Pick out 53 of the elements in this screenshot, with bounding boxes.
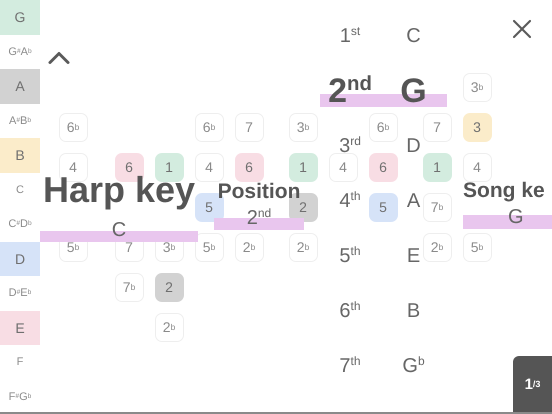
position-option[interactable]: 7$^{th}$ (339, 355, 361, 378)
hole-cell: 3$^{b}$ (462, 72, 492, 102)
position-option[interactable]: 2$^{nd}$ (328, 72, 372, 111)
hole-cell: 6 (368, 152, 398, 182)
hole-cell: 1 (288, 152, 318, 182)
hole-cell: 2$^{b}$ (422, 232, 452, 262)
label-title: Song ke (463, 180, 545, 201)
note-item[interactable]: C$^{#}$D$^{b}$ (0, 207, 40, 242)
hole-cell: 6$^{b}$ (368, 112, 398, 142)
hole-cell: 7$^{b}$ (114, 272, 144, 302)
position-option[interactable]: 4$^{th}$ (339, 190, 361, 213)
hole-cell: 7 (422, 112, 452, 142)
hole-cell: 5$^{b}$ (194, 232, 224, 262)
note-item[interactable]: F$^{#}$G$^{b}$ (0, 380, 40, 412)
note-item[interactable]: B (0, 138, 40, 172)
note-item[interactable]: C (0, 172, 40, 207)
hole-cell: 5 (368, 192, 398, 222)
hole-cell: 4 (328, 152, 358, 182)
key-option[interactable]: B (406, 300, 420, 323)
hole-cell: 2$^{b}$ (234, 232, 264, 262)
hole-cell: 4 (194, 152, 224, 182)
hole-cell: 4 (462, 152, 492, 182)
note-item[interactable]: A$^{#}$B$^{b}$ (0, 104, 40, 138)
hole-cell: 2$^{b}$ (288, 232, 318, 262)
note-item[interactable]: E (0, 310, 40, 345)
hole-cell: 3$^{b}$ (288, 112, 318, 142)
key-option[interactable]: D (406, 135, 421, 158)
hole-cell: 7 (234, 112, 264, 142)
note-item[interactable]: G (0, 0, 40, 34)
key-option[interactable]: A (406, 190, 420, 213)
key-option[interactable]: C (406, 25, 421, 48)
hole-cell: 5$^{b}$ (462, 232, 492, 262)
hole-cell: 1 (422, 152, 452, 182)
key-option[interactable]: E (406, 245, 420, 268)
hole-cell: 6 (234, 152, 264, 182)
note-item[interactable]: D$^{#}$E$^{b}$ (0, 276, 40, 310)
note-item[interactable]: G$^{#}$A$^{b}$ (0, 34, 40, 69)
key-option[interactable]: G$^{b}$ (402, 355, 425, 378)
hole-cell: 2$^{b}$ (154, 312, 184, 342)
position-option[interactable]: 5$^{th}$ (339, 245, 361, 268)
position-option[interactable]: 6$^{th}$ (339, 300, 361, 323)
hole-cell: 2 (154, 272, 184, 302)
key-option[interactable]: G (400, 72, 427, 111)
note-item[interactable]: F (0, 345, 40, 380)
hole-cell: 3 (462, 112, 492, 142)
hole-cell: 6$^{b}$ (58, 112, 88, 142)
note-item[interactable]: A (0, 69, 40, 104)
hole-cell: 7$^{b}$ (422, 192, 452, 222)
page-indicator[interactable]: 1$^{/3}$ (513, 356, 552, 412)
hole-cell: 6$^{b}$ (194, 112, 224, 142)
hole-cell: 1 (154, 152, 184, 182)
position-option[interactable]: 1$^{st}$ (340, 25, 360, 48)
note-item[interactable]: D (0, 242, 40, 276)
